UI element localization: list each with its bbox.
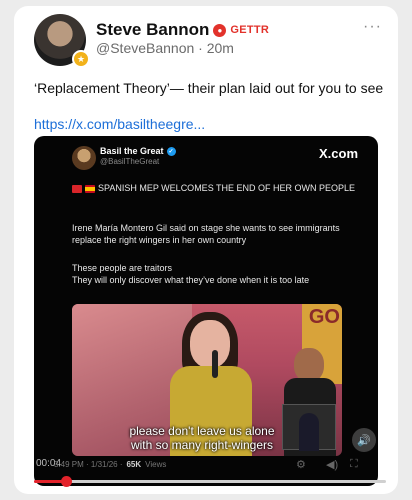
views-label: Views xyxy=(145,460,167,469)
post-text: ‘Replacement Theory’— their plan laid ou… xyxy=(34,80,384,96)
x-logo: X.com xyxy=(318,146,358,161)
verified-badge-icon: ✓ xyxy=(166,146,176,156)
embed-headline-block: SPANISH MEP WELCOMES THE END OF HER OWN … xyxy=(72,182,362,194)
badge-icon: ★ xyxy=(72,50,90,68)
banner-text: GO xyxy=(308,306,340,328)
embed-paragraph-2-line-2: They will only discover what they’ve don… xyxy=(72,275,310,285)
author-name[interactable]: Steve Bannon xyxy=(96,20,209,40)
embed-author-name[interactable]: Basil the Great xyxy=(100,146,164,156)
speaker-face xyxy=(190,320,230,368)
settings-icon[interactable]: ⚙ xyxy=(296,458,306,471)
embed-author-row: Basil the Great ✓ xyxy=(100,146,176,156)
embed-paragraph-1: Irene María Montero Gil said on stage sh… xyxy=(72,223,340,245)
more-options-icon[interactable]: ··· xyxy=(363,18,382,36)
microphone xyxy=(212,350,218,378)
siren-emoji-icon xyxy=(72,184,82,193)
handle-row: @SteveBannon · 20m xyxy=(96,40,234,56)
signer-figure xyxy=(299,413,319,451)
progress-handle[interactable] xyxy=(60,476,72,487)
separator: · xyxy=(198,40,203,56)
video-progress-bar[interactable] xyxy=(34,476,386,487)
views-count: 65K xyxy=(126,460,142,469)
caption-line-2: with so many right-wingers xyxy=(130,438,274,452)
embed-headline: SPANISH MEP WELCOMES THE END OF HER OWN … xyxy=(98,183,356,193)
author-row: Steve Bannon ● GETTR xyxy=(96,20,269,40)
embed-meta-row: 3:49 PM · 1/31/26 · 65K Views xyxy=(54,460,166,469)
video-player[interactable]: GO please don't leave us alone with so m… xyxy=(72,304,342,456)
spain-flag-icon xyxy=(85,184,95,193)
volume-icon[interactable]: 🔊 xyxy=(352,428,376,452)
embed-timestamp: 3:49 PM · 1/31/26 · xyxy=(54,460,123,469)
bystander-face xyxy=(294,348,324,382)
post-age: 20m xyxy=(206,40,234,56)
post-card: ★ Steve Bannon ● GETTR @SteveBannon · 20… xyxy=(14,6,398,494)
embed-paragraph-2-line-1: These people are traitors xyxy=(72,263,173,273)
embed-author-handle[interactable]: @BasilTheGreat xyxy=(100,157,159,166)
platform-label: GETTR xyxy=(230,24,270,36)
embed-author-avatar[interactable] xyxy=(72,146,96,170)
gettr-logo-icon: ● xyxy=(213,23,227,37)
author-handle[interactable]: @SteveBannon xyxy=(96,40,194,56)
mute-icon[interactable]: ◀) xyxy=(326,458,338,471)
fullscreen-icon[interactable]: ⛶ xyxy=(350,458,358,471)
video-caption: please don't leave us alone with so many… xyxy=(102,424,302,452)
embedded-post[interactable]: Basil the Great ✓ @BasilTheGreat X.com S… xyxy=(34,136,378,486)
post-link[interactable]: https://x.com/basiltheegre... xyxy=(34,116,205,132)
caption-line-1: please don't leave us alone xyxy=(129,424,275,438)
